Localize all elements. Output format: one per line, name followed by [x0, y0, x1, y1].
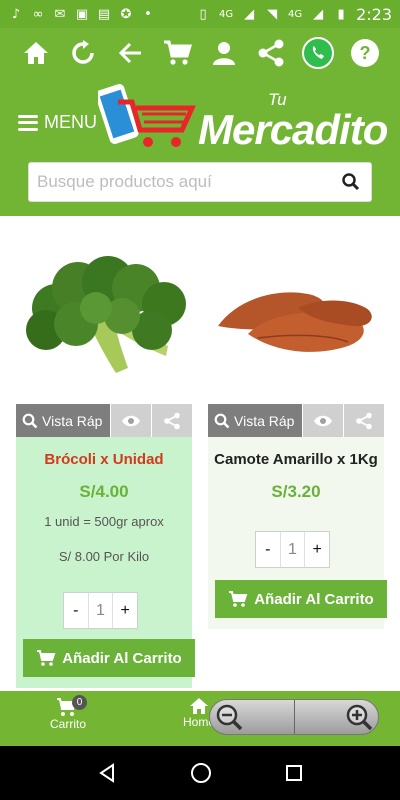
search-input[interactable]	[29, 163, 331, 201]
refresh-icon[interactable]	[67, 37, 99, 69]
system-nav-bar	[0, 746, 400, 800]
product-info: Camote Amarillo x 1Kg S/3.20 - 1 + Añadi…	[208, 437, 387, 629]
logo-text: Mercadito	[198, 106, 388, 153]
status-bar: ♪ ∞ ✉ ▣ ▤ ✪ • ▯ 4G ◢ ◥ 4G ◢ ▮ 2:23	[0, 0, 400, 28]
nav-cart[interactable]: 0 Carrito	[50, 695, 87, 731]
add-to-cart-button[interactable]: Añadir Al Carrito	[23, 639, 195, 677]
zoom-out-button[interactable]	[210, 700, 295, 734]
qty-plus-button[interactable]: +	[113, 593, 137, 628]
network-type-label: 4G	[219, 8, 234, 20]
share-icon	[356, 412, 372, 429]
product-title[interactable]: Brócoli x Unidad	[16, 451, 192, 468]
logo[interactable]: Tu Mercadito	[98, 80, 388, 160]
qty-minus-button[interactable]: -	[64, 593, 88, 628]
top-toolbar: ?	[0, 36, 400, 70]
network-type-small-label: 4G	[288, 8, 303, 20]
quantity-stepper: - 1 +	[63, 592, 138, 629]
qty-plus-button[interactable]: +	[305, 532, 329, 567]
quick-view-label: Vista Ráp	[42, 412, 103, 429]
product-title[interactable]: Camote Amarillo x 1Kg	[208, 451, 384, 468]
product-price-per-kilo: S/ 8.00 Por Kilo	[58, 549, 150, 564]
image-icon: ▣	[75, 6, 89, 22]
back-arrow-icon[interactable]	[114, 37, 146, 69]
share-product-button[interactable]	[151, 404, 192, 437]
hamburger-icon	[18, 114, 38, 131]
qty-input[interactable]: 1	[87, 593, 114, 628]
help-icon[interactable]: ?	[349, 37, 381, 69]
quick-view-button[interactable]: Vista Ráp	[208, 404, 302, 437]
home-circle-icon[interactable]	[190, 762, 212, 784]
tiktok-icon: ♪	[11, 6, 21, 22]
zoom-in-icon	[346, 704, 373, 731]
bottom-nav: 0 Carrito Home	[0, 691, 400, 746]
product-grid: Vista Ráp Brócoli x Unidad S/4.00 1 unid…	[0, 216, 400, 691]
qty-input[interactable]: 1	[279, 532, 306, 567]
mail-icon: ✉	[54, 6, 66, 22]
view-button[interactable]	[110, 404, 151, 437]
clock: 2:23	[356, 4, 392, 24]
back-icon[interactable]	[97, 763, 117, 783]
home-icon	[190, 698, 208, 714]
eye-icon	[314, 415, 332, 426]
eye-icon	[122, 415, 140, 426]
add-to-cart-label: Añadir Al Carrito	[254, 590, 374, 608]
magnifier-icon	[214, 413, 230, 428]
product-note: 1 unid = 500gr aprox	[44, 514, 164, 529]
add-to-cart-label: Añadir Al Carrito	[62, 649, 182, 667]
product-price: S/3.20	[271, 482, 321, 501]
qty-minus-button[interactable]: -	[256, 532, 280, 567]
product-actions: Vista Ráp	[16, 404, 192, 437]
battery-icon: ▮	[337, 6, 345, 22]
zoom-out-icon	[216, 704, 243, 731]
cart-count-badge: 0	[72, 695, 87, 710]
dot-icon: •	[144, 6, 152, 22]
quick-view-button[interactable]: Vista Ráp	[16, 404, 110, 437]
view-button[interactable]	[302, 404, 343, 437]
nav-cart-label: Carrito	[50, 717, 87, 731]
product-image-broccoli[interactable]	[16, 238, 192, 388]
app-header: ? MENU Tu Mercadito	[0, 28, 400, 216]
share-icon	[164, 412, 180, 429]
search-icon	[342, 173, 360, 191]
product-actions: Vista Ráp	[208, 404, 384, 437]
quantity-stepper: - 1 +	[255, 531, 330, 568]
wifi-icon: ◥	[267, 6, 278, 22]
logo-cart-icon	[98, 84, 196, 147]
product-image-sweet-potato[interactable]	[208, 238, 384, 388]
menu-label: MENU	[44, 112, 97, 132]
cart-icon	[229, 591, 248, 607]
product-info: Brócoli x Unidad S/4.00 1 unid = 500gr a…	[16, 437, 195, 688]
magnifier-icon	[22, 413, 38, 428]
whatsapp-icon[interactable]	[301, 37, 334, 69]
search-bar	[28, 162, 372, 202]
search-button[interactable]	[331, 163, 371, 201]
recents-icon[interactable]	[285, 764, 303, 782]
menu-button[interactable]: MENU	[18, 112, 97, 133]
voicemail-icon: ∞	[32, 6, 44, 22]
cart-icon	[37, 650, 56, 666]
vibrate-icon: ▯	[199, 6, 207, 22]
share-product-button[interactable]	[343, 404, 384, 437]
share-icon[interactable]	[255, 37, 287, 69]
home-icon[interactable]	[20, 37, 52, 69]
contacts-icon: ▤	[97, 6, 111, 22]
zoom-control	[209, 699, 379, 735]
product-price: S/4.00	[79, 482, 129, 501]
user-icon[interactable]	[208, 37, 240, 69]
quick-view-label: Vista Ráp	[234, 412, 295, 429]
zoom-in-button[interactable]	[295, 700, 379, 734]
app-notification-icon: ✪	[120, 6, 132, 22]
cart-icon[interactable]	[161, 37, 193, 69]
svg-text:?: ?	[359, 43, 370, 63]
add-to-cart-button[interactable]: Añadir Al Carrito	[215, 580, 387, 618]
signal-icon: ◢	[244, 6, 255, 22]
signal2-icon: ◢	[313, 6, 324, 22]
